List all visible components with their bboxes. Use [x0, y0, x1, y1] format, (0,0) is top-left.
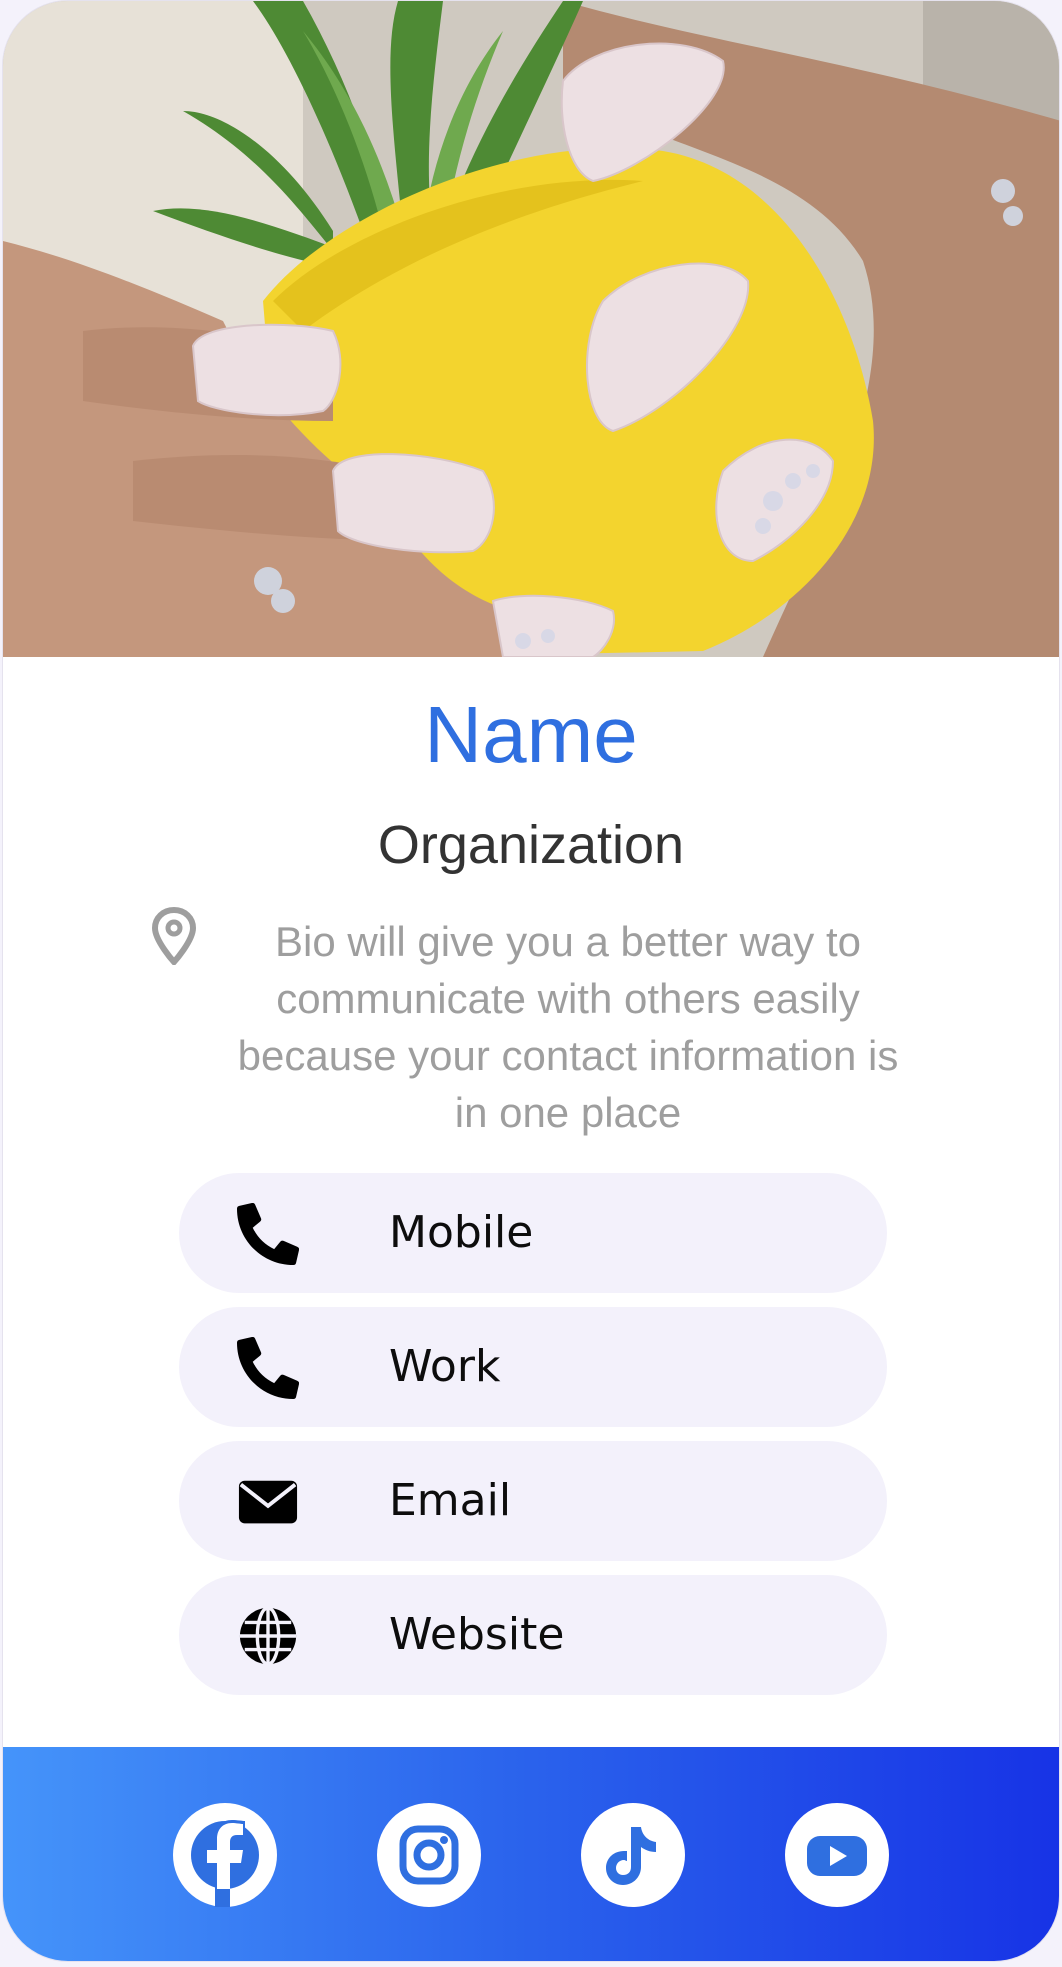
contact-label: Website	[389, 1609, 565, 1660]
contact-button-website[interactable]: Website	[179, 1575, 887, 1695]
facebook-icon	[191, 1820, 259, 1907]
contact-button-mobile[interactable]: Mobile	[179, 1173, 887, 1293]
youtube-icon	[807, 1836, 867, 1876]
profile-card: Name Organization Bio will give you a be…	[2, 0, 1060, 1962]
contact-label: Work	[389, 1341, 501, 1392]
contact-label: Mobile	[389, 1207, 534, 1258]
social-links-bar	[3, 1747, 1059, 1961]
profile-name: Name	[424, 690, 638, 779]
cover-illustration	[3, 1, 1059, 657]
envelope-icon	[238, 1480, 298, 1524]
instagram-link[interactable]	[377, 1803, 481, 1907]
phone-icon	[237, 1203, 299, 1265]
tiktok-icon	[606, 1827, 656, 1885]
contact-label: Email	[389, 1475, 512, 1526]
location-pin-icon	[151, 907, 197, 965]
phone-icon	[237, 1337, 299, 1399]
facebook-link[interactable]	[173, 1803, 277, 1907]
instagram-icon	[399, 1825, 459, 1885]
contact-button-work[interactable]: Work	[179, 1307, 887, 1427]
cover-photo	[3, 1, 1059, 657]
contact-button-email[interactable]: Email	[179, 1441, 887, 1561]
profile-bio: Bio will give you a better way to commun…	[237, 918, 899, 1136]
tiktok-link[interactable]	[581, 1803, 685, 1907]
profile-organization: Organization	[377, 815, 685, 875]
globe-icon	[239, 1606, 297, 1666]
youtube-link[interactable]	[785, 1803, 889, 1907]
